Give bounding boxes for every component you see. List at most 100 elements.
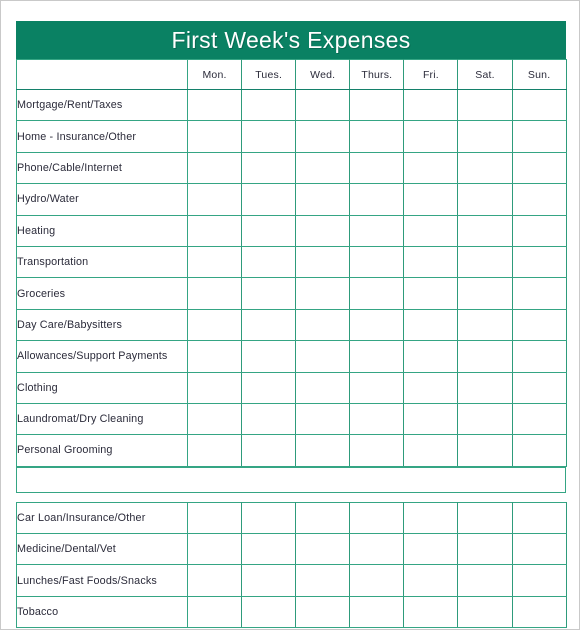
entry-cell-sat[interactable] <box>457 214 513 247</box>
entry-cell-sun[interactable] <box>511 340 567 373</box>
entry-cell-thurs[interactable] <box>349 533 405 566</box>
entry-cell-fri[interactable] <box>403 501 459 535</box>
entry-cell-thurs[interactable] <box>349 88 405 122</box>
entry-cell-sat[interactable] <box>457 183 513 216</box>
entry-cell-thurs[interactable] <box>349 402 405 436</box>
entry-cell-sun[interactable] <box>511 533 567 566</box>
entry-cell-sun[interactable] <box>511 245 567 279</box>
entry-cell-thurs[interactable] <box>349 564 405 597</box>
entry-cell-mon[interactable] <box>186 88 243 122</box>
entry-cell-mon[interactable] <box>186 183 243 216</box>
entry-cell-sat[interactable] <box>457 277 513 310</box>
entry-cell-sat[interactable] <box>457 371 513 404</box>
entry-cell-thurs[interactable] <box>349 340 405 373</box>
entry-cell-fri[interactable] <box>403 402 459 436</box>
entry-cell-sat[interactable] <box>457 120 513 153</box>
entry-cell-sun[interactable] <box>511 308 567 342</box>
entry-cell-wed[interactable] <box>295 245 351 279</box>
entry-cell-thurs[interactable] <box>349 277 405 310</box>
entry-cell-mon[interactable] <box>186 308 243 342</box>
entry-cell-fri[interactable] <box>403 595 459 629</box>
entry-cell-sat[interactable] <box>457 245 513 279</box>
entry-cell-sun[interactable] <box>511 402 567 436</box>
entry-cell-tues[interactable] <box>241 564 297 597</box>
entry-cell-tues[interactable] <box>241 533 297 566</box>
entry-cell-mon[interactable] <box>186 214 243 247</box>
entry-cell-tues[interactable] <box>241 402 297 436</box>
entry-cell-fri[interactable] <box>403 434 459 467</box>
entry-cell-fri[interactable] <box>403 371 459 404</box>
entry-cell-fri[interactable] <box>403 183 459 216</box>
entry-cell-sat[interactable] <box>457 501 513 535</box>
entry-cell-mon[interactable] <box>186 340 243 373</box>
entry-cell-fri[interactable] <box>403 151 459 185</box>
entry-cell-sun[interactable] <box>511 434 567 467</box>
entry-cell-tues[interactable] <box>241 245 297 279</box>
entry-cell-wed[interactable] <box>295 533 351 566</box>
entry-cell-sun[interactable] <box>511 151 567 185</box>
entry-cell-wed[interactable] <box>295 183 351 216</box>
entry-cell-wed[interactable] <box>295 277 351 310</box>
entry-cell-sun[interactable] <box>511 277 567 310</box>
entry-cell-fri[interactable] <box>403 120 459 153</box>
entry-cell-sat[interactable] <box>457 595 513 629</box>
entry-cell-wed[interactable] <box>295 151 351 185</box>
entry-cell-tues[interactable] <box>241 88 297 122</box>
entry-cell-thurs[interactable] <box>349 371 405 404</box>
entry-cell-fri[interactable] <box>403 564 459 597</box>
entry-cell-mon[interactable] <box>186 245 243 279</box>
entry-cell-wed[interactable] <box>295 120 351 153</box>
entry-cell-sat[interactable] <box>457 533 513 566</box>
entry-cell-wed[interactable] <box>295 402 351 436</box>
entry-cell-sat[interactable] <box>457 151 513 185</box>
entry-cell-wed[interactable] <box>295 595 351 629</box>
entry-cell-sun[interactable] <box>511 564 567 597</box>
entry-cell-wed[interactable] <box>295 340 351 373</box>
entry-cell-tues[interactable] <box>241 340 297 373</box>
entry-cell-sat[interactable] <box>457 434 513 467</box>
entry-cell-wed[interactable] <box>295 434 351 467</box>
entry-cell-thurs[interactable] <box>349 245 405 279</box>
entry-cell-sat[interactable] <box>457 402 513 436</box>
entry-cell-wed[interactable] <box>295 501 351 535</box>
entry-cell-sun[interactable] <box>511 88 567 122</box>
entry-cell-thurs[interactable] <box>349 308 405 342</box>
entry-cell-mon[interactable] <box>186 564 243 597</box>
entry-cell-tues[interactable] <box>241 120 297 153</box>
entry-cell-thurs[interactable] <box>349 434 405 467</box>
entry-cell-thurs[interactable] <box>349 595 405 629</box>
entry-cell-wed[interactable] <box>295 308 351 342</box>
entry-cell-tues[interactable] <box>241 183 297 216</box>
entry-cell-sat[interactable] <box>457 88 513 122</box>
entry-cell-fri[interactable] <box>403 88 459 122</box>
entry-cell-sun[interactable] <box>511 595 567 629</box>
entry-cell-sun[interactable] <box>511 214 567 247</box>
entry-cell-wed[interactable] <box>295 371 351 404</box>
entry-cell-mon[interactable] <box>186 371 243 404</box>
entry-cell-sun[interactable] <box>511 120 567 153</box>
entry-cell-thurs[interactable] <box>349 183 405 216</box>
section-spacer-row[interactable] <box>16 466 566 493</box>
entry-cell-mon[interactable] <box>186 120 243 153</box>
entry-cell-thurs[interactable] <box>349 501 405 535</box>
entry-cell-tues[interactable] <box>241 151 297 185</box>
entry-cell-wed[interactable] <box>295 214 351 247</box>
entry-cell-wed[interactable] <box>295 88 351 122</box>
entry-cell-tues[interactable] <box>241 214 297 247</box>
entry-cell-sat[interactable] <box>457 340 513 373</box>
entry-cell-fri[interactable] <box>403 308 459 342</box>
entry-cell-sat[interactable] <box>457 308 513 342</box>
entry-cell-tues[interactable] <box>241 501 297 535</box>
entry-cell-tues[interactable] <box>241 308 297 342</box>
entry-cell-mon[interactable] <box>186 402 243 436</box>
entry-cell-mon[interactable] <box>186 151 243 185</box>
entry-cell-wed[interactable] <box>295 564 351 597</box>
entry-cell-mon[interactable] <box>186 501 243 535</box>
entry-cell-fri[interactable] <box>403 533 459 566</box>
entry-cell-fri[interactable] <box>403 214 459 247</box>
entry-cell-sun[interactable] <box>511 371 567 404</box>
entry-cell-tues[interactable] <box>241 277 297 310</box>
entry-cell-tues[interactable] <box>241 595 297 629</box>
entry-cell-sun[interactable] <box>511 183 567 216</box>
entry-cell-thurs[interactable] <box>349 151 405 185</box>
